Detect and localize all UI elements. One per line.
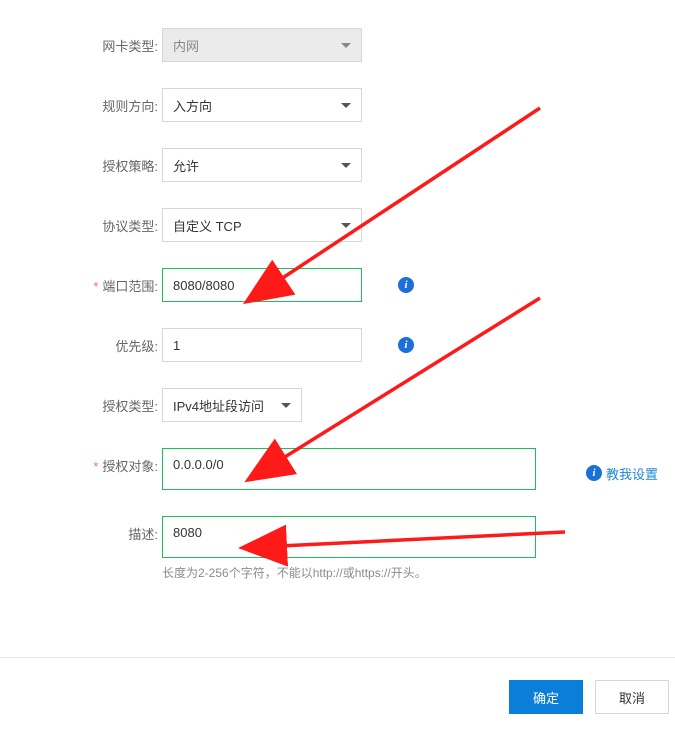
- info-icon: i: [398, 277, 414, 293]
- row-nic-type: 网卡类型: 内网: [0, 28, 675, 62]
- policy-value: 允许: [173, 156, 199, 175]
- label-desc: 描述:: [0, 516, 158, 543]
- row-priority: 优先级: i: [0, 328, 675, 362]
- label-direction: 规则方向:: [0, 88, 158, 115]
- policy-select[interactable]: 允许: [162, 148, 362, 182]
- chevron-down-icon: [281, 403, 291, 408]
- teach-me-link[interactable]: i 教我设置: [586, 464, 658, 483]
- label-port-range: *端口范围:: [0, 268, 158, 295]
- auth-type-value: IPv4地址段访问: [173, 396, 264, 415]
- label-auth-obj: *授权对象:: [0, 448, 158, 475]
- cancel-button[interactable]: 取消: [595, 680, 669, 714]
- chevron-down-icon: [341, 163, 351, 168]
- label-priority: 优先级:: [0, 328, 158, 355]
- desc-input[interactable]: [162, 516, 536, 558]
- direction-select[interactable]: 入方向: [162, 88, 362, 122]
- info-icon: i: [586, 465, 602, 481]
- row-desc: 描述: 长度为2-256个字符，不能以http://或https://开头。: [0, 516, 675, 581]
- protocol-select[interactable]: 自定义 TCP: [162, 208, 362, 242]
- teach-me-label: 教我设置: [606, 464, 658, 483]
- row-auth-type: 授权类型: IPv4地址段访问: [0, 388, 675, 422]
- label-policy: 授权策略:: [0, 148, 158, 175]
- priority-input[interactable]: [162, 328, 362, 362]
- direction-value: 入方向: [173, 96, 212, 115]
- label-protocol: 协议类型:: [0, 208, 158, 235]
- auth-obj-input[interactable]: [162, 448, 536, 490]
- required-mark: *: [93, 279, 98, 294]
- protocol-value: 自定义 TCP: [173, 216, 242, 235]
- row-auth-obj: *授权对象: i 教我设置: [0, 448, 675, 490]
- row-protocol: 协议类型: 自定义 TCP: [0, 208, 675, 242]
- auth-type-select[interactable]: IPv4地址段访问: [162, 388, 302, 422]
- row-port-range: *端口范围: i: [0, 268, 675, 302]
- required-mark: *: [93, 459, 98, 474]
- chevron-down-icon: [341, 103, 351, 108]
- ok-button[interactable]: 确定: [509, 680, 583, 714]
- row-direction: 规则方向: 入方向: [0, 88, 675, 122]
- chevron-down-icon: [341, 223, 351, 228]
- label-auth-type: 授权类型:: [0, 388, 158, 415]
- nic-type-value: 内网: [173, 36, 199, 55]
- row-policy: 授权策略: 允许: [0, 148, 675, 182]
- desc-hint: 长度为2-256个字符，不能以http://或https://开头。: [162, 564, 427, 581]
- port-range-input[interactable]: [162, 268, 362, 302]
- footer-separator: [0, 657, 675, 658]
- info-icon: i: [398, 337, 414, 353]
- label-nic-type: 网卡类型:: [0, 28, 158, 55]
- chevron-down-icon: [341, 43, 351, 48]
- nic-type-select: 内网: [162, 28, 362, 62]
